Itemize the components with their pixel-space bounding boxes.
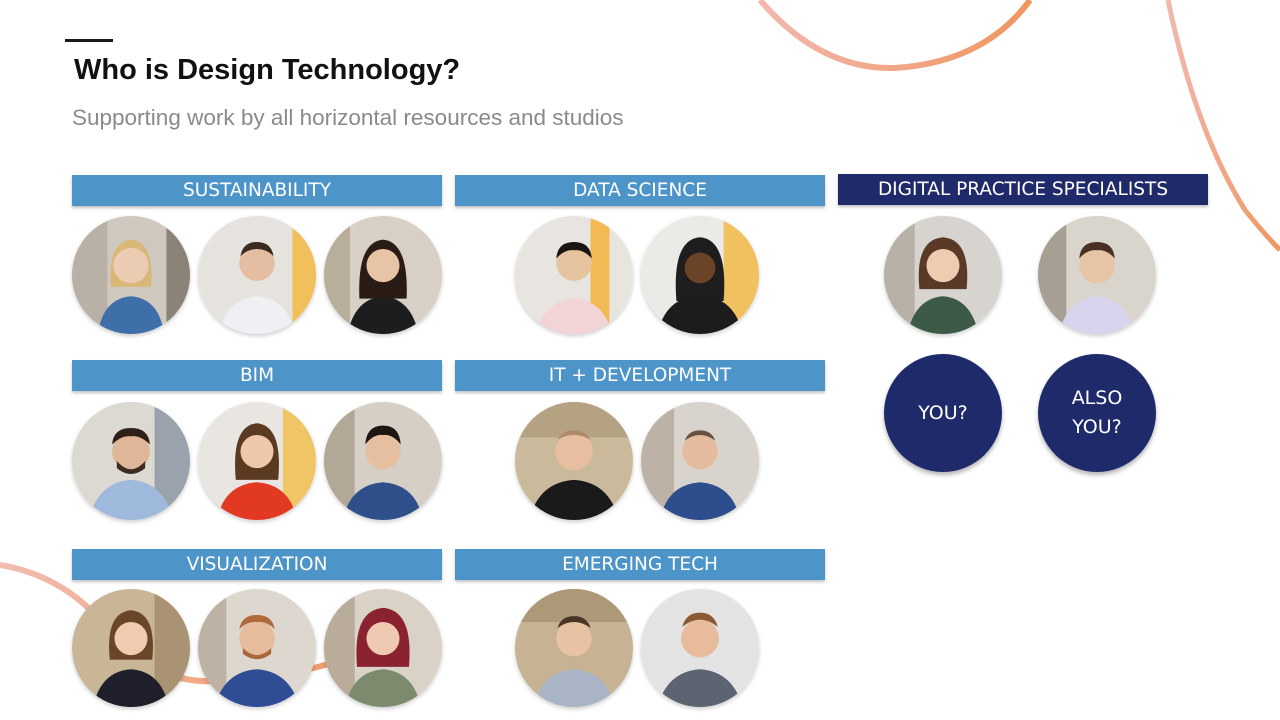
group-bim: BIM (72, 360, 442, 520)
member-photo (641, 402, 759, 520)
group-label-sustainability: SUSTAINABILITY (72, 175, 442, 206)
group-label-it-development: IT + DEVELOPMENT (455, 360, 825, 391)
title-accent-rule (65, 39, 113, 42)
member-photo (641, 589, 759, 707)
member-photo (72, 216, 190, 334)
member-photo (884, 216, 1002, 334)
member-photo (198, 402, 316, 520)
page-title: Who is Design Technology? (74, 54, 461, 86)
group-label-emerging-tech: EMERGING TECH (455, 549, 825, 580)
page-subtitle: Supporting work by all horizontal resour… (72, 105, 624, 130)
member-photo (324, 589, 442, 707)
group-visualization: VISUALIZATION (72, 549, 442, 707)
also-you-bubble-line-2: YOU? (1072, 416, 1122, 438)
group-label-digital-practice: DIGITAL PRACTICE SPECIALISTS (838, 174, 1208, 205)
group-label-bim: BIM (72, 360, 442, 391)
group-label-data-science: DATA SCIENCE (455, 175, 825, 206)
group-emerging-tech: EMERGING TECH (455, 549, 825, 707)
group-data-science: DATA SCIENCE (455, 175, 825, 334)
member-photo (198, 216, 316, 334)
also-you-bubble: ALSO YOU? (1038, 354, 1156, 472)
group-it-development: IT + DEVELOPMENT (455, 360, 825, 520)
also-you-bubble-line-1: ALSO (1071, 387, 1123, 409)
member-photo (324, 402, 442, 520)
you-bubble-text: YOU? (918, 401, 968, 424)
member-photo (72, 402, 190, 520)
member-photo (515, 402, 633, 520)
group-label-visualization: VISUALIZATION (72, 549, 442, 580)
member-photo (1038, 216, 1156, 334)
member-photo (515, 216, 633, 334)
member-photo (641, 216, 759, 334)
member-photo (198, 589, 316, 707)
group-sustainability: SUSTAINABILITY (72, 175, 442, 334)
member-photo (324, 216, 442, 334)
member-photo (515, 589, 633, 707)
you-bubble: YOU? (884, 354, 1002, 472)
group-digital-practice: DIGITAL PRACTICE SPECIALISTS YOU? ALSO Y… (838, 174, 1208, 472)
top-arc (757, 0, 1033, 72)
right-arc (1165, 0, 1280, 252)
member-photo (72, 589, 190, 707)
